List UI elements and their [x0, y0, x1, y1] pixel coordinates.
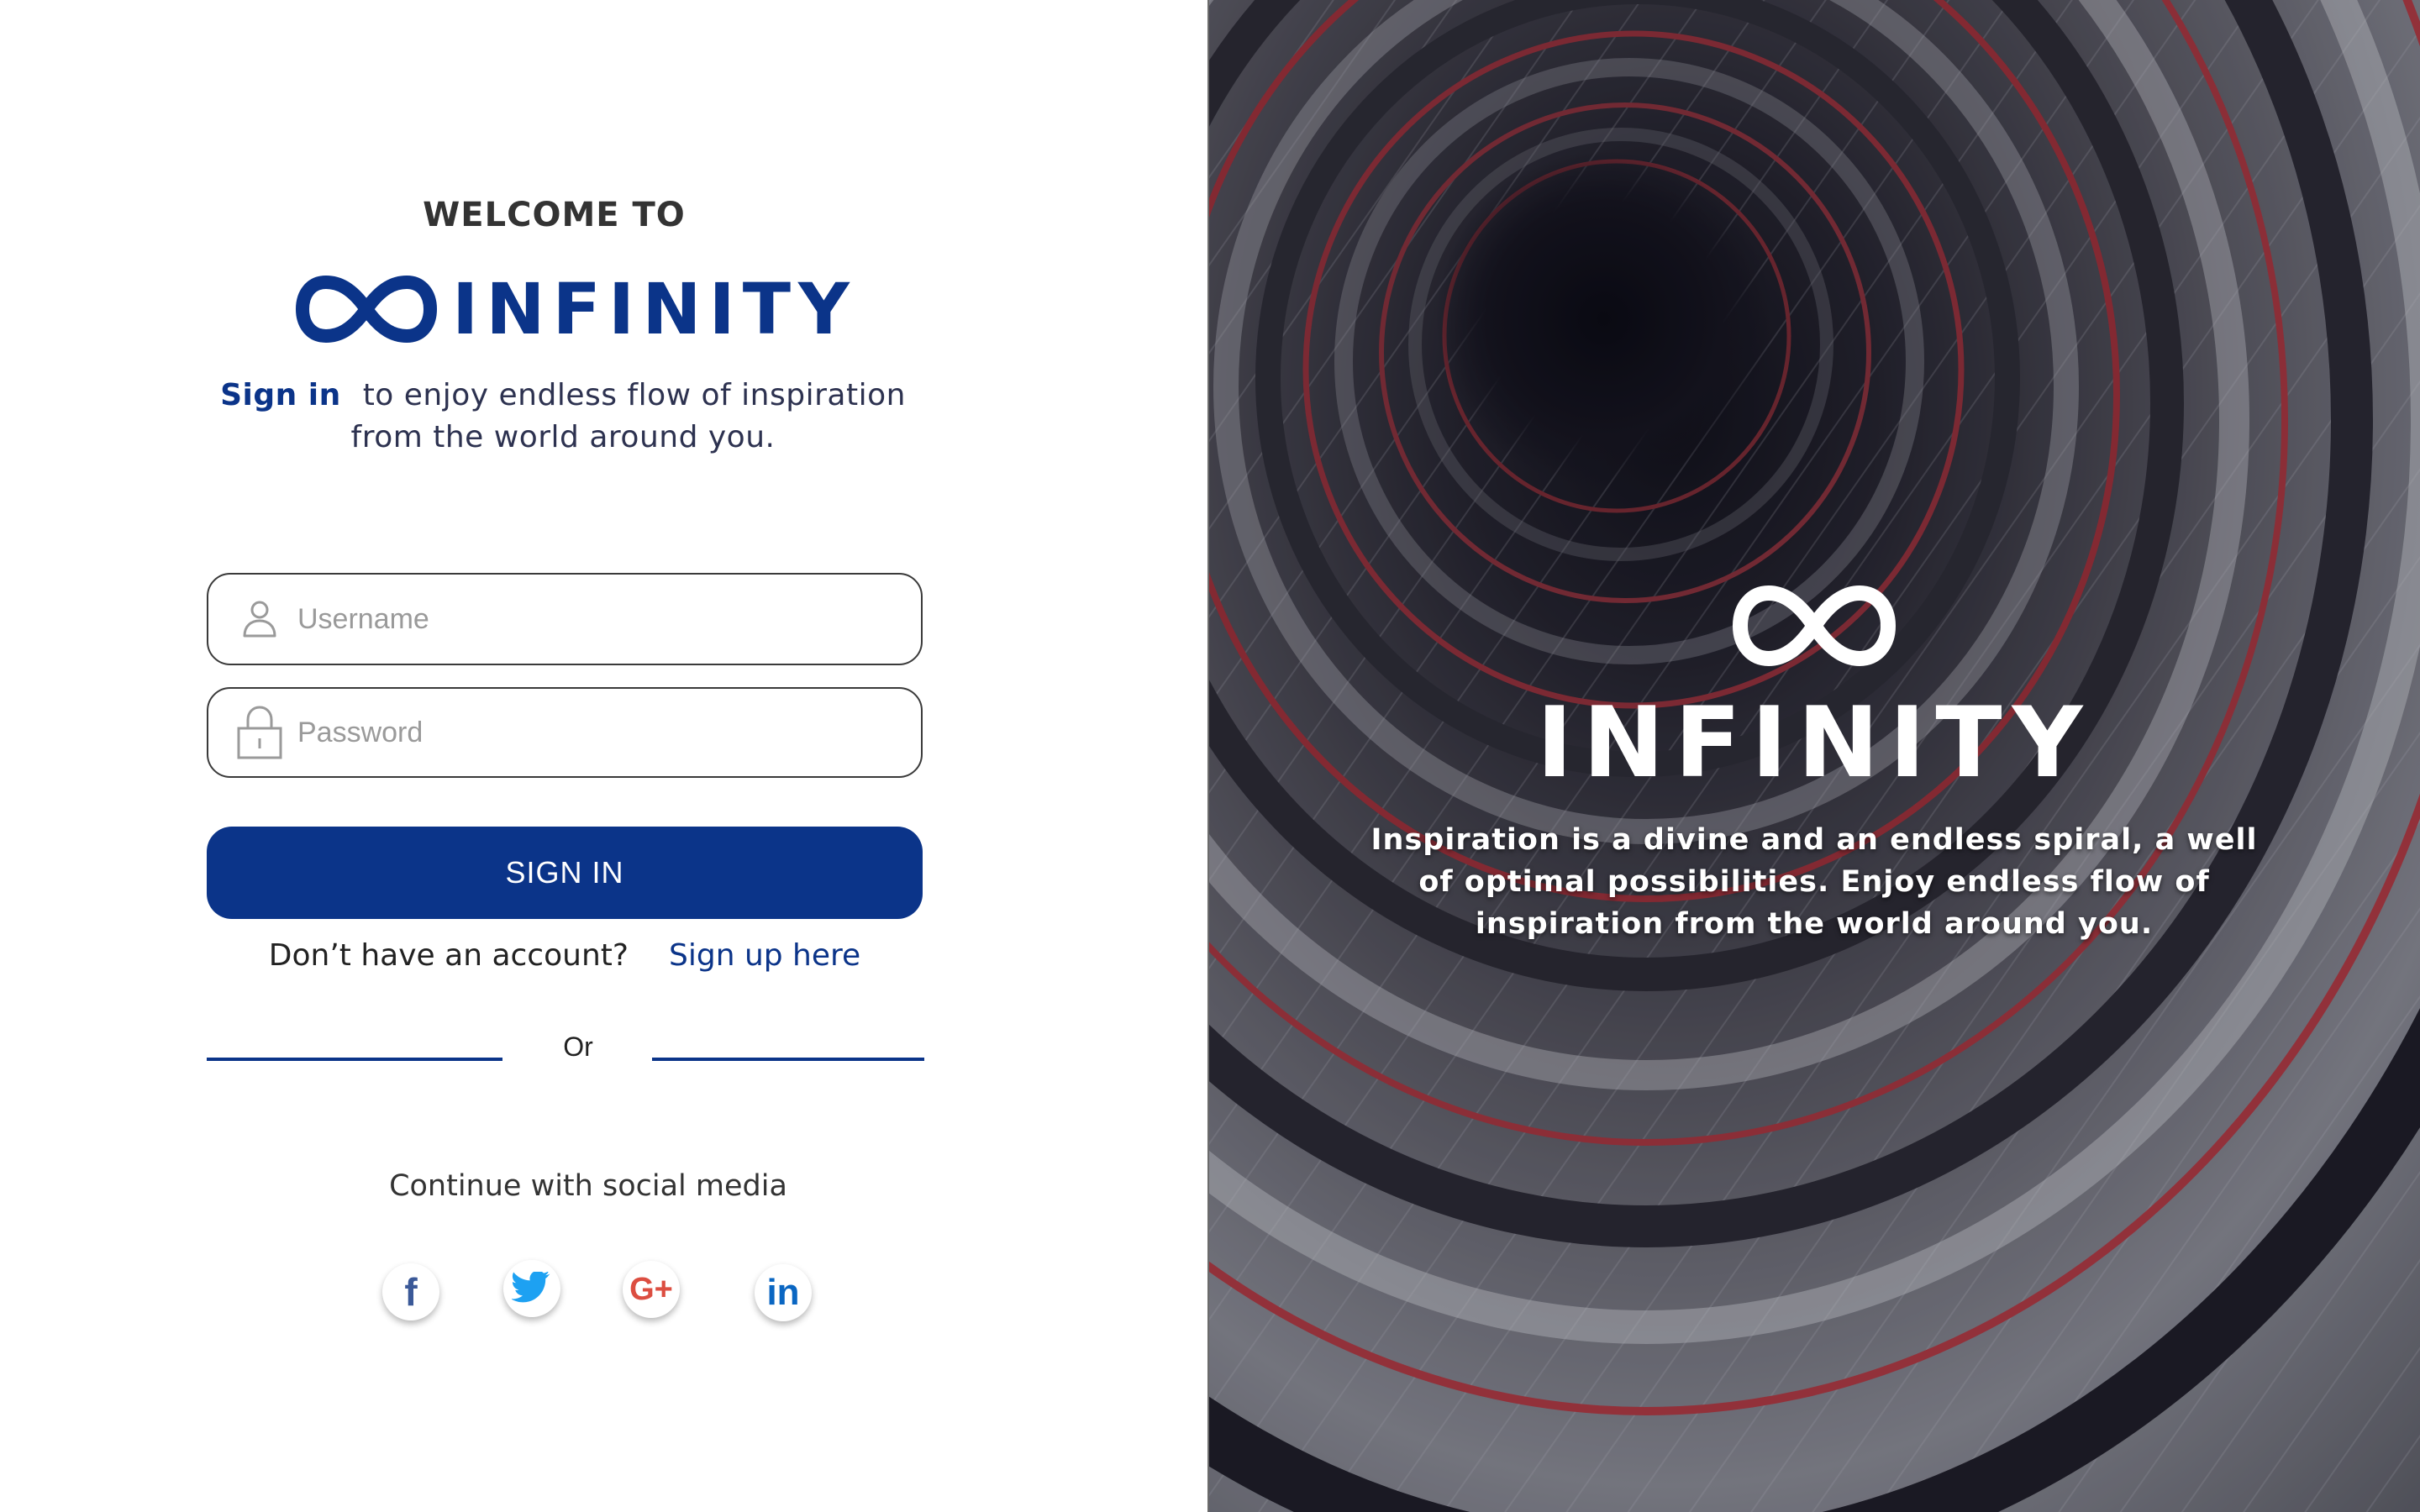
no-account-text: Don’t have an account?	[268, 938, 629, 973]
tagline-text: to enjoy endless flow of inspiration fro…	[350, 378, 906, 454]
welcome-heading: WELCOME TO	[423, 196, 686, 234]
google-plus-button[interactable]: G+	[623, 1261, 680, 1318]
hero-description: Inspiration is a divine and an endless s…	[1370, 823, 2258, 941]
password-field[interactable]	[207, 687, 923, 778]
password-input[interactable]	[296, 706, 921, 759]
brand-logo: INFINITY	[296, 267, 857, 351]
infinity-logo-icon	[1733, 585, 1896, 666]
sign-in-button[interactable]: SIGN IN	[207, 827, 923, 919]
username-field[interactable]	[207, 573, 923, 665]
divider-or-text: Or	[563, 1032, 593, 1062]
linkedin-button[interactable]: in	[755, 1264, 812, 1321]
lock-icon	[234, 705, 286, 760]
divider-line-right	[652, 1058, 924, 1061]
tagline: Sign in to enjoy endless flow of inspira…	[185, 375, 941, 459]
login-page: WELCOME TO INFINITY Sign in to enjoy end…	[0, 0, 2420, 1512]
infinity-logo-icon	[296, 276, 437, 343]
google-plus-icon: G+	[629, 1272, 673, 1307]
hero-panel: INFINITY Inspiration is a divine and an …	[1209, 0, 2420, 1512]
facebook-icon: f	[404, 1270, 418, 1314]
hero-brand-name: INFINITY	[1536, 686, 2093, 800]
user-icon	[234, 599, 286, 639]
tagline-sign-in-link[interactable]: Sign in	[220, 378, 341, 412]
twitter-button[interactable]	[503, 1260, 560, 1317]
linkedin-icon: in	[766, 1272, 800, 1313]
username-input[interactable]	[296, 593, 921, 645]
social-media-label: Continue with social media	[389, 1169, 787, 1203]
sign-up-link[interactable]: Sign up here	[669, 938, 860, 973]
facebook-button[interactable]: f	[382, 1263, 439, 1320]
twitter-icon	[512, 1272, 550, 1303]
divider-line-left	[207, 1058, 502, 1061]
login-panel: WELCOME TO INFINITY Sign in to enjoy end…	[0, 0, 1207, 1512]
signup-prompt: Don’t have an account? Sign up here	[207, 932, 923, 979]
brand-name: INFINITY	[452, 268, 857, 350]
